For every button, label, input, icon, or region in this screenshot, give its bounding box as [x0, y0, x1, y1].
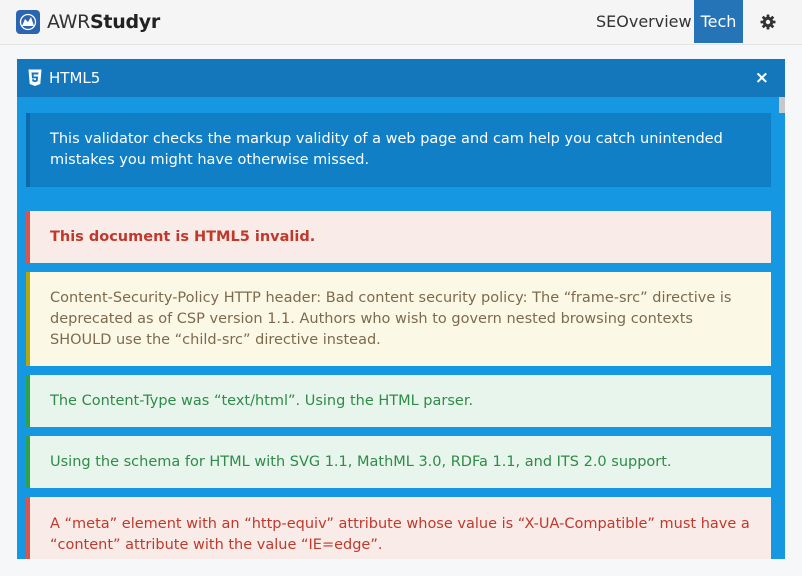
error-message: This document is HTML5 invalid. — [26, 211, 771, 263]
html5-panel: HTML5 × This validator checks the markup… — [17, 59, 785, 559]
panel-title: HTML5 — [49, 69, 101, 87]
message-text: The Content-Type was “text/html”. Using … — [50, 392, 474, 409]
warning-message: Content-Security-Policy HTTP header: Bad… — [26, 272, 771, 366]
info-message: The Content-Type was “text/html”. Using … — [26, 375, 771, 427]
panel-header: HTML5 × — [17, 59, 785, 97]
nav-tech[interactable]: Tech — [694, 0, 743, 43]
info-message: Using the schema for HTML with SVG 1.1, … — [26, 436, 771, 488]
message-text: Using the schema for HTML with SVG 1.1, … — [50, 453, 672, 470]
message-text: This document is HTML5 invalid. — [50, 228, 316, 245]
message-text: Content-Security-Policy HTTP header: Bad… — [50, 289, 732, 348]
error-message: A “meta” element with an “http-equiv” at… — [26, 497, 771, 559]
brand-logo-link[interactable]: AWRStudyr — [16, 9, 160, 35]
nav-seoverview[interactable]: SEOverview — [588, 0, 700, 43]
panel-scrollbar[interactable] — [779, 97, 785, 559]
message-text: A “meta” element with an “http-equiv” at… — [50, 516, 750, 553]
html5-icon — [28, 69, 42, 87]
intro-text: This validator checks the markup validit… — [50, 131, 723, 168]
awr-logo-icon — [16, 10, 40, 34]
gear-icon[interactable] — [758, 12, 778, 32]
scrollbar-thumb[interactable] — [779, 97, 785, 113]
close-button[interactable]: × — [755, 59, 769, 97]
brand-name: AWRStudyr — [47, 11, 160, 33]
intro-message: This validator checks the markup validit… — [26, 113, 771, 187]
top-navbar: AWRStudyr SEOverview Tech — [0, 0, 802, 45]
